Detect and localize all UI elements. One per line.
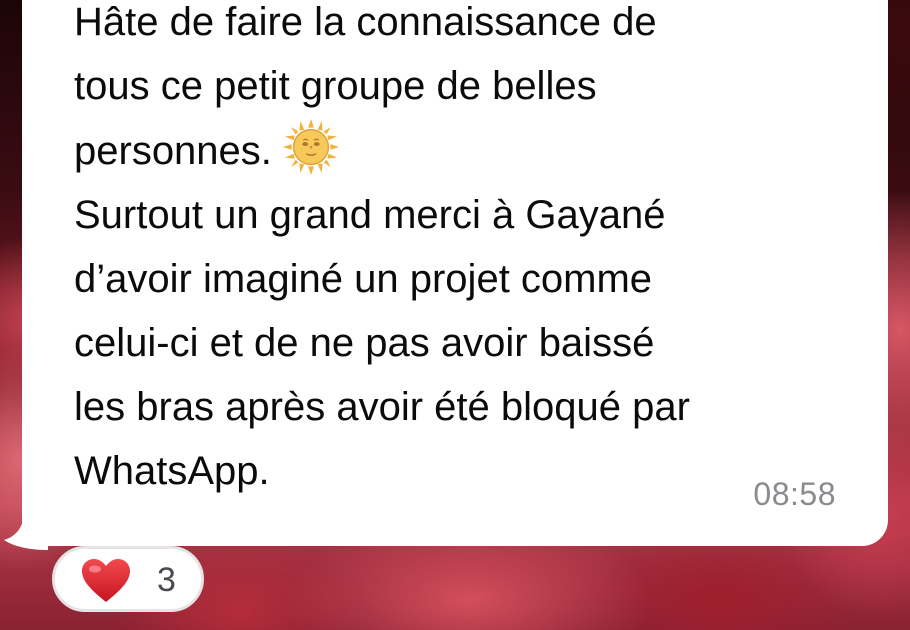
reaction-count: 3 <box>157 561 176 599</box>
message-line: tous ce petit groupe de belles <box>74 64 597 108</box>
message-line: celui-ci et de ne pas avoir baissé <box>74 321 655 365</box>
message-timestamp: 08:58 <box>753 476 836 512</box>
message-line: personnes. <box>74 129 272 173</box>
message-text: Hâte de faire la connaissance de tous ce… <box>74 0 874 503</box>
message-line: les bras après avoir été bloqué par <box>74 385 690 429</box>
message-line: WhatsApp. <box>74 449 270 493</box>
message-line: Hâte de faire la connaissance de <box>74 0 657 44</box>
message-line: Surtout un grand merci à Gayané <box>74 193 666 237</box>
message-bubble[interactable]: Hâte de faire la connaissance de tous ce… <box>22 0 888 546</box>
red-heart-icon <box>82 559 130 602</box>
message-line: d’avoir imaginé un projet comme <box>74 257 653 301</box>
reaction-badge[interactable]: 3 <box>52 546 204 612</box>
sun-with-face-icon <box>282 118 339 176</box>
